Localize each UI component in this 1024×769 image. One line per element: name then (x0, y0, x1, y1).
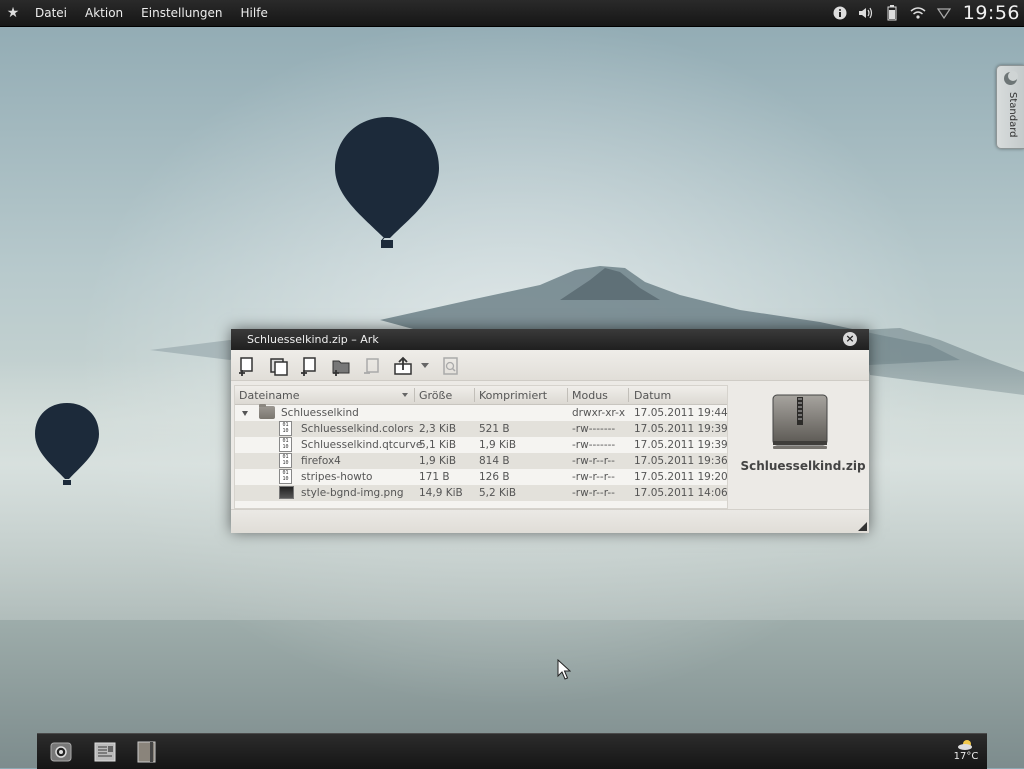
row-compressed: 814 B (479, 455, 510, 467)
close-button[interactable]: × (843, 332, 857, 346)
header-date[interactable]: Datum (634, 389, 671, 402)
preview-pane: Schluesselkind.zip (729, 385, 869, 507)
row-date: 17.05.2011 19:44 (634, 407, 728, 419)
volume-icon[interactable] (853, 0, 879, 26)
header-mode[interactable]: Modus (572, 389, 608, 402)
balloon-large (335, 117, 439, 248)
toolbar (231, 350, 869, 381)
sort-indicator-icon (402, 393, 408, 397)
row-size: 1,9 KiB (419, 455, 457, 467)
row-compressed: 521 B (479, 423, 510, 435)
top-panel: ★ Datei Aktion Einstellungen Hilfe 19:56 (0, 0, 1024, 27)
image-file-icon (279, 486, 294, 499)
weather-widget[interactable]: 17°C (951, 738, 981, 762)
menu-einstellungen[interactable]: Einstellungen (132, 0, 231, 26)
open-archive-icon[interactable] (269, 356, 289, 376)
bottom-panel: 17°C (37, 733, 987, 769)
binary-file-icon: 01 10 (279, 437, 292, 452)
table-row[interactable]: style-bgnd-img.png 14,9 KiB 5,2 KiB -rw-… (235, 485, 728, 501)
clock[interactable]: 19:56 (957, 2, 1024, 24)
row-compressed: 5,2 KiB (479, 487, 517, 499)
battery-icon[interactable] (879, 0, 905, 26)
shield-icon[interactable] (931, 0, 957, 26)
info-icon[interactable] (827, 0, 853, 26)
row-date: 17.05.2011 19:20 (634, 471, 728, 483)
row-date: 17.05.2011 19:36 (634, 455, 728, 467)
add-file-icon[interactable] (299, 356, 319, 376)
row-date: 17.05.2011 14:06 (634, 487, 728, 499)
row-mode: -rw-r--r-- (572, 487, 615, 499)
resize-grip-icon[interactable] (858, 522, 867, 531)
activity-label: Standard (1007, 92, 1018, 138)
statusbar (231, 509, 869, 533)
table-row[interactable]: 01 10 firefox4 1,9 KiB 814 B -rw-r--r-- 1… (235, 453, 728, 469)
menu-hilfe[interactable]: Hilfe (232, 0, 277, 26)
table-row[interactable]: 01 10 Schluesselkind.qtcurve 5,1 KiB 1,9 … (235, 437, 728, 453)
table-header: Dateiname Größe Komprimiert Modus Datum (235, 386, 727, 405)
row-date: 17.05.2011 19:39 (634, 439, 728, 451)
task-book-icon[interactable] (136, 741, 158, 763)
ark-window: Schluesselkind.zip – Ark × Dateiname Grö… (231, 329, 869, 533)
row-size: 14,9 KiB (419, 487, 463, 499)
table-row[interactable]: 01 10 Schluesselkind.colors 2,3 KiB 521 B… (235, 421, 728, 437)
window-titlebar[interactable]: Schluesselkind.zip – Ark × (231, 329, 869, 350)
add-folder-icon[interactable] (331, 356, 351, 376)
menu-aktion[interactable]: Aktion (76, 0, 132, 26)
delete-icon (362, 356, 382, 376)
activity-tab[interactable]: Standard (996, 65, 1024, 149)
header-compressed[interactable]: Komprimiert (479, 389, 547, 402)
table-row[interactable]: 01 10 stripes-howto 171 B 126 B -rw-r--r-… (235, 469, 728, 485)
balloon-small (35, 403, 99, 485)
row-date: 17.05.2011 19:39 (634, 423, 728, 435)
zip-archive-icon (772, 394, 828, 449)
star-icon[interactable]: ★ (0, 0, 26, 26)
weather-temperature: 17°C (953, 751, 979, 762)
preview-icon (441, 356, 461, 376)
row-name: Schluesselkind.qtcurve (301, 439, 423, 451)
mouse-cursor-icon (557, 659, 571, 680)
moon-icon (1004, 71, 1018, 85)
row-size: 5,1 KiB (419, 439, 457, 451)
binary-file-icon: 01 10 (279, 421, 292, 436)
extract-dropdown-icon[interactable] (421, 363, 429, 368)
header-name[interactable]: Dateiname (239, 389, 300, 402)
row-name: stripes-howto (301, 471, 373, 483)
row-compressed: 1,9 KiB (479, 439, 517, 451)
expand-arrow-icon[interactable] (242, 411, 248, 416)
folder-icon (259, 404, 275, 419)
file-table[interactable]: Dateiname Größe Komprimiert Modus Datum … (234, 385, 728, 509)
row-mode: -rw------- (572, 423, 616, 435)
row-name: Schluesselkind.colors (301, 423, 414, 435)
menu-datei[interactable]: Datei (26, 0, 76, 26)
binary-file-icon: 01 10 (279, 469, 292, 484)
row-name: firefox4 (301, 455, 341, 467)
task-document-icon[interactable] (94, 741, 116, 763)
row-mode: -rw-r--r-- (572, 455, 615, 467)
row-size: 2,3 KiB (419, 423, 457, 435)
weather-sun-cloud-icon (958, 740, 972, 750)
row-name: Schluesselkind (281, 407, 359, 419)
row-mode: drwxr-xr-x (572, 407, 626, 419)
task-eye-icon[interactable] (50, 741, 72, 763)
row-compressed: 126 B (479, 471, 510, 483)
extract-icon[interactable] (393, 356, 413, 376)
row-mode: -rw------- (572, 439, 616, 451)
header-size[interactable]: Größe (419, 389, 452, 402)
row-name: style-bgnd-img.png (301, 487, 404, 499)
row-mode: -rw-r--r-- (572, 471, 615, 483)
binary-file-icon: 01 10 (279, 453, 292, 468)
new-archive-icon[interactable] (237, 356, 257, 376)
row-size: 171 B (419, 471, 450, 483)
preview-filename: Schluesselkind.zip (740, 459, 866, 473)
window-title: Schluesselkind.zip – Ark (247, 333, 379, 346)
table-row-folder[interactable]: Schluesselkind drwxr-xr-x 17.05.2011 19:… (235, 404, 728, 421)
wifi-icon[interactable] (905, 0, 931, 26)
